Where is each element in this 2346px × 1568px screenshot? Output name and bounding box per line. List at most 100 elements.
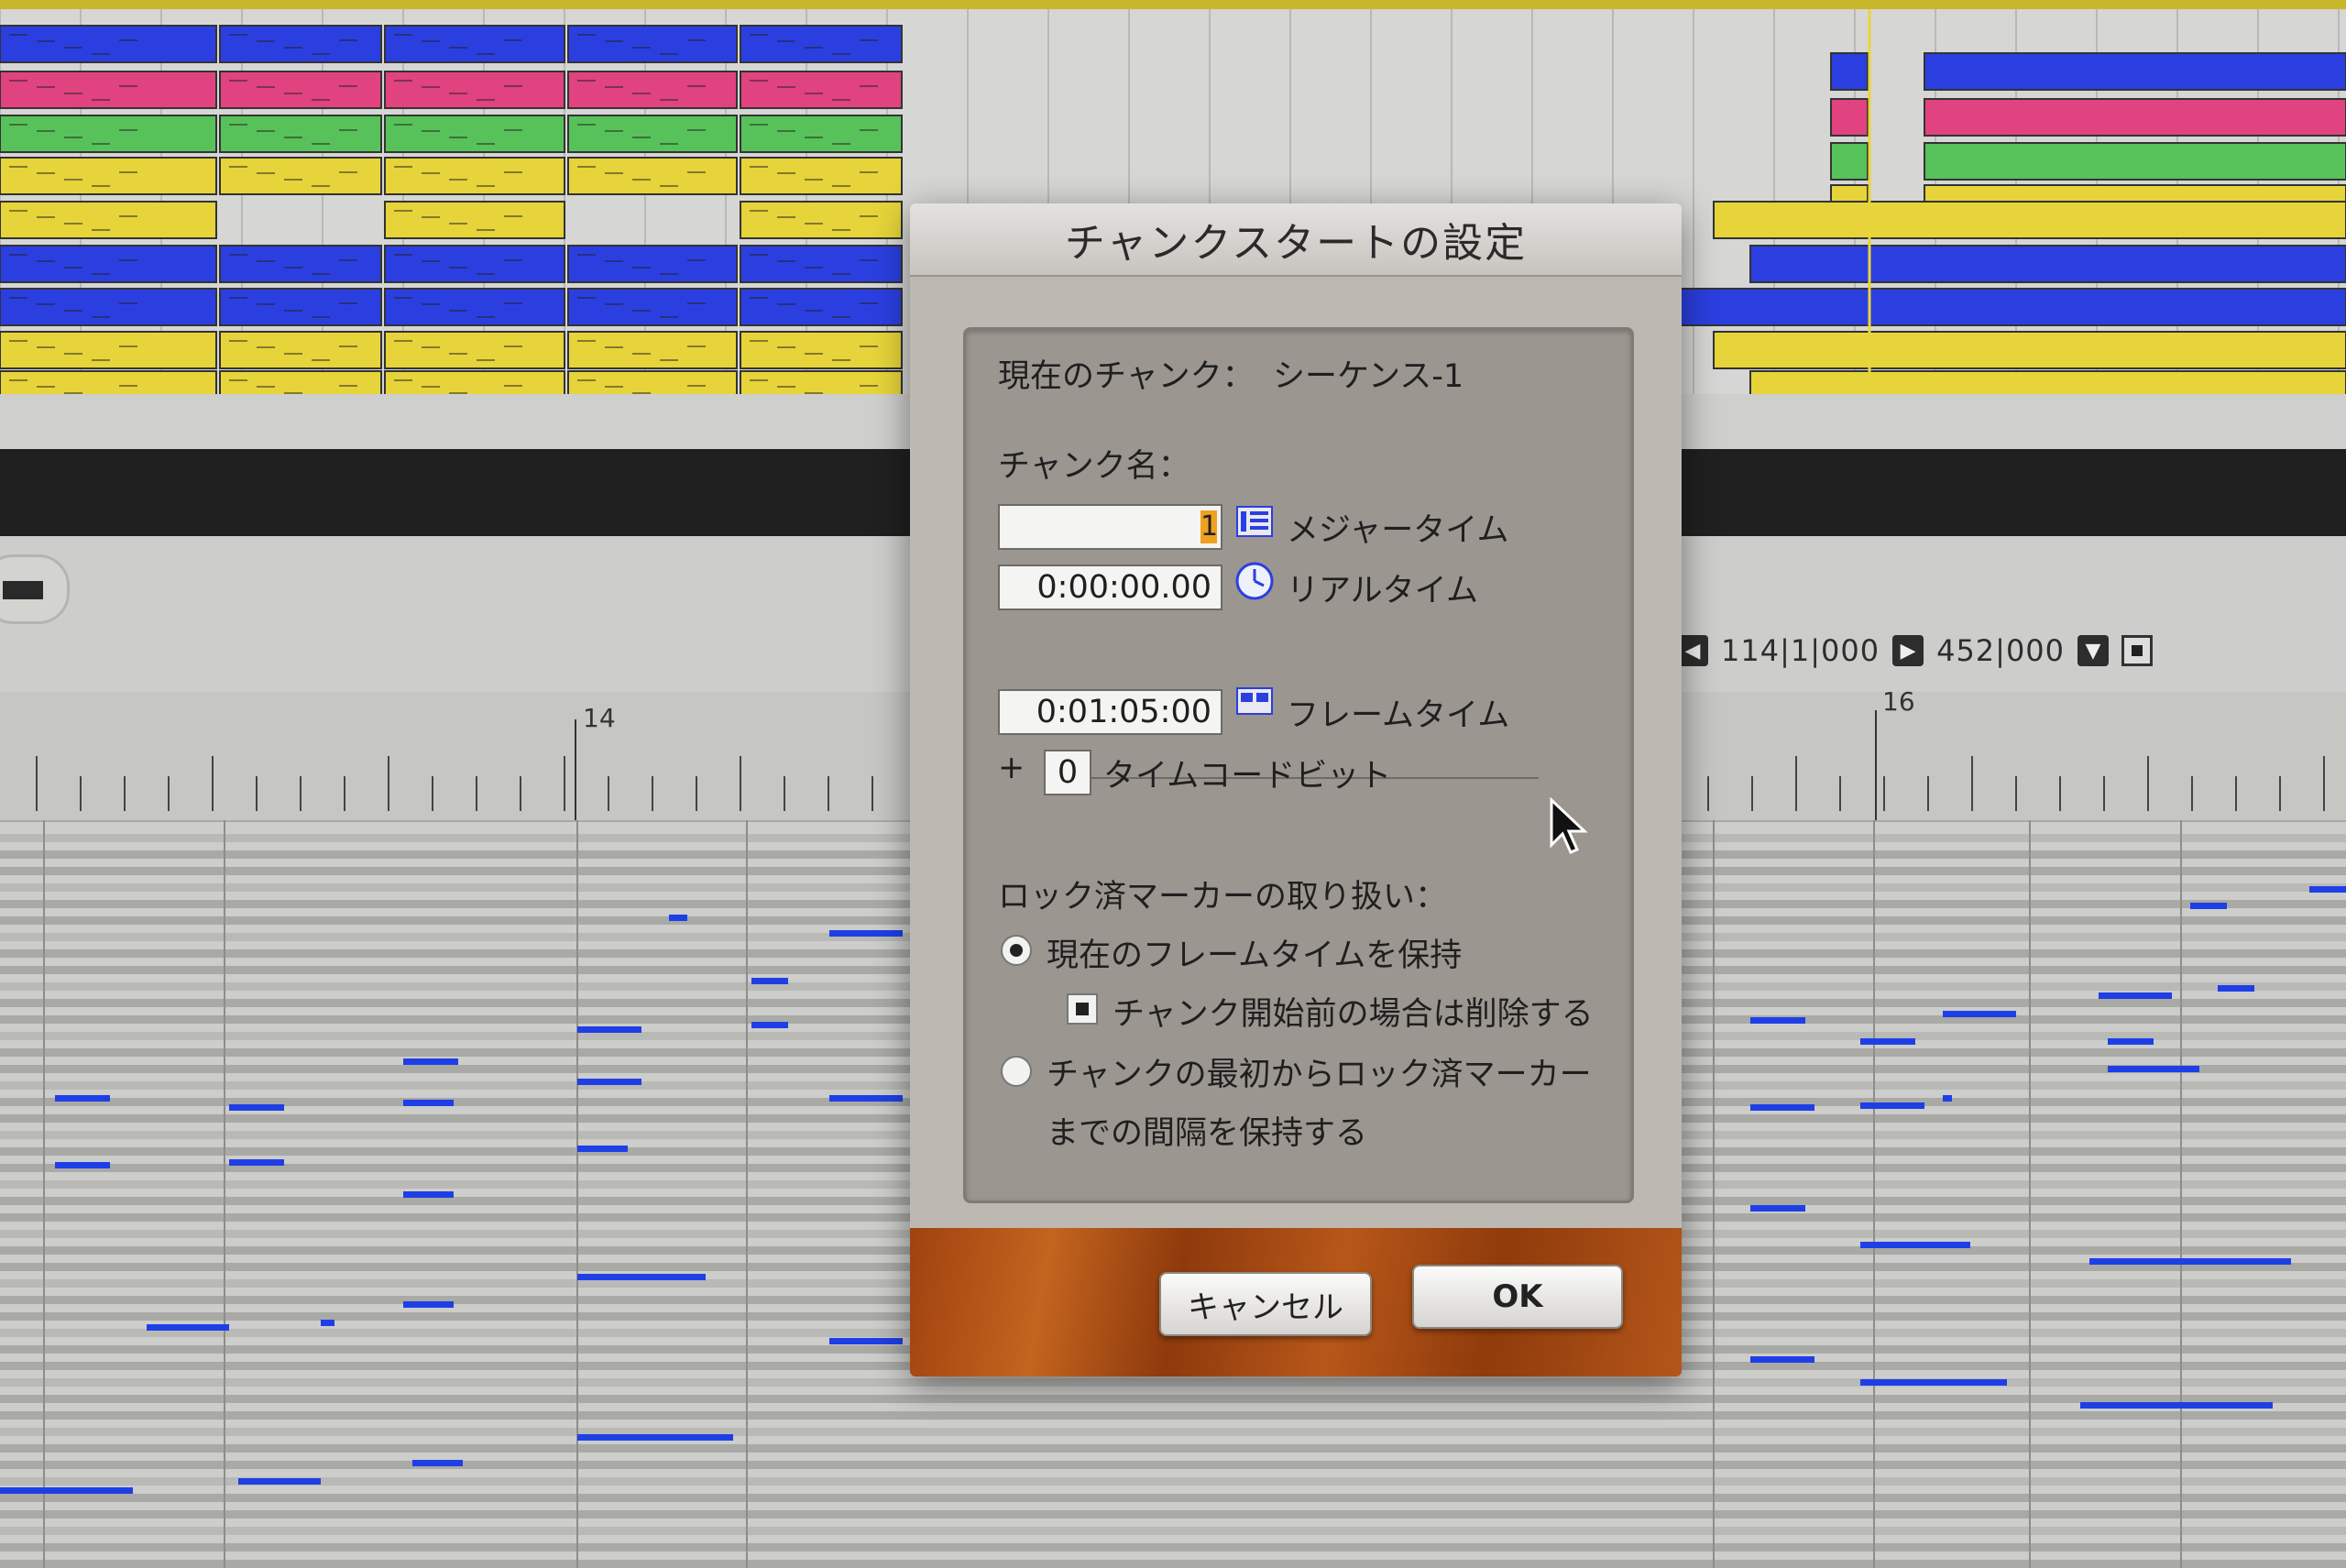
plus-sign: + [998,750,1025,786]
cancel-button[interactable]: キャンセル [1159,1272,1372,1336]
arrange-region [384,288,565,326]
real-time-field[interactable]: 0:00:00.00 [998,565,1222,610]
arrange-region [1830,52,1869,91]
midi-note [751,1022,788,1028]
arrange-region [219,115,382,153]
delete-before-chunk-label[interactable]: チャンク開始前の場合は削除する [1113,988,1594,1035]
midi-note [2108,1038,2154,1045]
midi-note [2108,1066,2199,1072]
major-time-field[interactable]: 1 [998,504,1222,550]
midi-note [2190,903,2227,909]
midi-note [403,1100,454,1106]
piano-roll-row [0,1395,2346,1403]
midi-note [669,915,687,921]
arrange-region [219,25,382,63]
midi-note [321,1320,334,1326]
mouse-pointer-icon [1550,797,1588,854]
midi-note [229,1104,284,1111]
midi-note [2309,886,2346,893]
arrange-region [567,245,738,283]
piano-roll-row [0,1411,2346,1420]
piano-roll-row [0,1477,2346,1486]
midi-note [751,978,788,984]
arrange-region [1713,201,2346,239]
piano-roll-row [0,1543,2346,1552]
frame-time-label: フレームタイム [1287,697,1510,734]
piano-roll-row [0,1461,2346,1469]
piano-roll-row [0,1560,2346,1568]
keep-interval-label-line2[interactable]: までの間隔を保持する [1047,1107,1367,1154]
midi-note [829,930,903,937]
piano-roll-row [0,1494,2346,1502]
midi-note [1943,1011,2016,1017]
midi-note [1860,1038,1915,1045]
current-chunk-value: シーケンス-1 [1273,358,1464,395]
midi-note [147,1324,229,1331]
arrange-region [384,115,565,153]
arrange-region [740,331,903,369]
midi-note [1943,1095,1952,1102]
midi-note [829,1095,903,1102]
arrange-region [219,157,382,195]
midi-note [577,1079,641,1085]
keep-frame-time-radio[interactable] [1001,935,1032,966]
keep-frame-time-label[interactable]: 現在のフレームタイムを保持 [1047,929,1462,976]
arrange-region [384,71,565,109]
chunk-start-dialog: チャンクスタートの設定 現在のチャンク： シーケンス-1 チャンク名： 1 メジ… [910,203,1682,1376]
arrange-region [0,201,217,239]
midi-note [55,1162,110,1168]
arrange-region [1749,370,2346,394]
real-time-label: リアルタイム [1287,573,1478,609]
arrange-region [384,331,565,369]
midi-note [55,1095,110,1102]
piano-roll-row [0,1510,2346,1519]
timecode-bits-field[interactable]: 0 [1044,750,1091,795]
arrange-region [1676,288,2346,326]
arrange-region [740,71,903,109]
arrange-region [567,25,738,63]
timecode-bits-label: タイムコードビット [1103,758,1392,795]
arrange-region [567,71,738,109]
midi-note [1750,1356,1814,1363]
midi-note [403,1058,458,1065]
midi-note [2218,985,2254,992]
midi-note [577,1274,706,1280]
arrange-ruler-strip [0,0,2346,9]
frame-time-field[interactable]: 0:01:05:00 [998,689,1222,735]
ok-button[interactable]: OK [1412,1265,1623,1329]
midi-note [238,1478,321,1485]
piano-roll-row [0,1527,2346,1535]
measure-grid-icon [1236,506,1273,537]
arrange-region [567,370,738,394]
arrange-region [1830,142,1869,181]
arrange-region [219,245,382,283]
arrange-region [567,331,738,369]
midi-note [1750,1104,1814,1111]
dialog-titlebar[interactable]: チャンクスタートの設定 [910,203,1682,277]
arrange-region [0,71,217,109]
arrange-region [567,157,738,195]
delete-before-chunk-checkbox[interactable] [1067,993,1098,1025]
arrange-region [0,245,217,283]
arrange-region [1830,98,1869,137]
arrange-region [384,25,565,63]
keep-interval-radio[interactable] [1001,1056,1032,1087]
midi-note [1750,1017,1805,1024]
arrange-region [567,115,738,153]
arrange-region [219,331,382,369]
midi-note [229,1159,284,1166]
film-frame-icon [1236,687,1273,715]
arrange-region [1924,52,2346,91]
arrange-region [740,370,903,394]
clock-icon [1235,562,1274,600]
arrange-region [0,370,217,394]
dialog-footer: キャンセル OK [910,1228,1682,1376]
midi-note [1860,1242,1970,1248]
arrange-region [0,331,217,369]
keep-interval-label-line1[interactable]: チャンクの最初からロック済マーカー [1047,1048,1592,1095]
arrange-region [0,115,217,153]
arrange-region [219,288,382,326]
arrange-region [740,288,903,326]
arrange-region [740,157,903,195]
arrange-region [1749,245,2346,283]
